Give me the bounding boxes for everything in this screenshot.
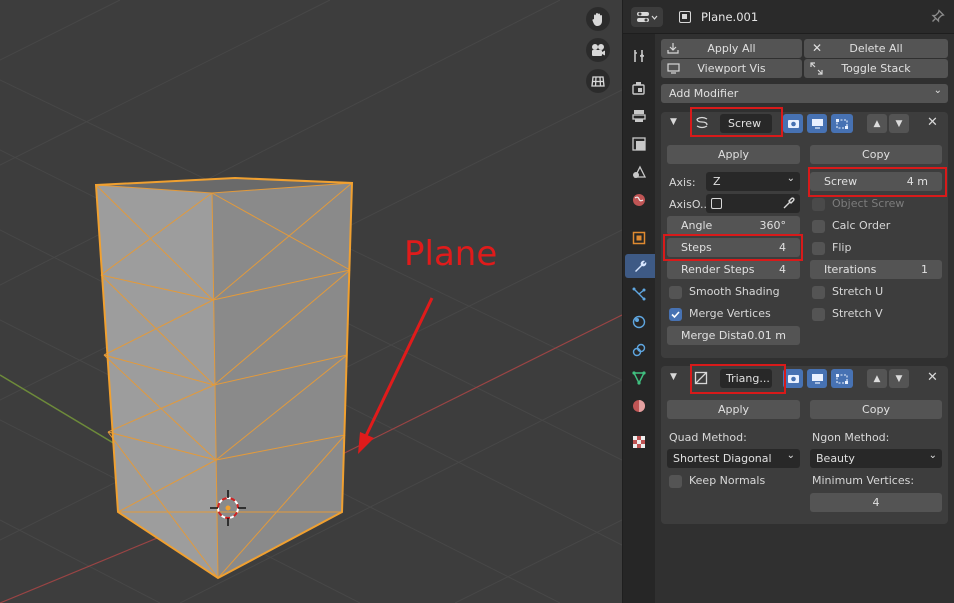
properties-tabs [623,34,655,603]
x-icon: ✕ [812,41,823,55]
calc-order-checkbox[interactable] [812,220,825,233]
download-icon [667,43,679,54]
ortho-grid-icon[interactable] [586,69,610,93]
flip-checkbox[interactable] [812,242,825,255]
remove-modifier-x-icon[interactable]: ✕ [927,370,938,385]
render-toggle-camera-icon[interactable] [783,114,803,133]
move-down-icon[interactable]: ▼ [889,369,909,388]
axis-object-field[interactable] [706,194,800,213]
min-vertices-field[interactable]: 4 [810,493,942,512]
axis-dropdown[interactable]: Z ⌄ [706,172,800,191]
editmode-toggle-icon[interactable] [831,369,853,388]
move-up-icon[interactable]: ▲ [867,114,887,133]
chevron-down-icon: ⌄ [786,450,795,461]
modifier-tab-wrench-icon[interactable] [625,254,655,278]
triangulate-apply-button[interactable]: Apply [667,400,800,419]
collapse-arrow-icon[interactable]: ▼ [670,372,677,382]
move-up-icon[interactable]: ▲ [867,369,887,388]
viewport-toggle-monitor-icon[interactable] [807,369,827,388]
editor-type-button[interactable] [631,7,663,27]
highlight-triangulate-name [690,364,786,394]
expand-icon [810,62,823,75]
properties-editor: Plane.001 Apply All ✕ Delete All Viewpor… [622,0,954,603]
axis-object-label: AxisO... [669,198,711,211]
pan-hand-icon[interactable] [586,7,610,31]
material-tab-icon[interactable] [627,394,651,418]
axis-label: Axis: [669,176,696,189]
render-toggle-camera-icon[interactable] [783,369,803,388]
physics-tab-icon[interactable] [627,310,651,334]
tool-tab-icon[interactable] [627,44,651,68]
highlight-screw-name [690,107,783,137]
view-layer-tab-icon[interactable] [627,132,651,156]
collapse-arrow-icon[interactable]: ▼ [670,117,677,127]
delete-all-button[interactable]: ✕ Delete All [804,39,948,58]
object-screw-checkbox[interactable] [812,198,825,211]
scene-tab-icon[interactable] [627,160,651,184]
add-modifier-dropdown[interactable]: Add Modifier ⌄ [661,84,948,103]
data-tab-icon[interactable] [627,366,651,390]
texture-tab-icon[interactable] [627,430,651,454]
object-icon [711,198,722,209]
chevron-down-icon: ⌄ [928,450,937,461]
smooth-shading-checkbox[interactable] [669,286,682,299]
viewport-scene [0,0,622,603]
annotation-label: Plane [404,234,498,274]
iterations-field[interactable]: Iterations 1 [810,260,942,279]
angle-field[interactable]: Angle 360° [667,216,800,235]
stretch-v-checkbox[interactable] [812,308,825,321]
triangulate-copy-button[interactable]: Copy [810,400,942,419]
viewport-toggle-monitor-icon[interactable] [807,114,827,133]
quad-method-label: Quad Method: [669,431,747,444]
eyedropper-icon[interactable] [782,197,795,210]
chevron-down-icon: ⌄ [786,173,795,184]
output-tab-icon[interactable] [627,104,651,128]
apply-all-button[interactable]: Apply All [661,39,802,58]
toggle-stack-button[interactable]: Toggle Stack [804,59,948,78]
move-down-icon[interactable]: ▼ [889,114,909,133]
remove-modifier-x-icon[interactable]: ✕ [927,115,938,130]
screw-apply-button[interactable]: Apply [667,145,800,164]
highlight-screw-offset [808,167,947,197]
viewport-vis-button[interactable]: Viewport Vis [661,59,802,78]
pin-icon[interactable] [931,9,945,26]
editmode-toggle-icon[interactable] [831,114,853,133]
ngon-method-dropdown[interactable]: Beauty ⌄ [810,449,942,468]
stretch-u-checkbox[interactable] [812,286,825,299]
ngon-method-label: Ngon Method: [812,431,890,444]
object-icon [679,11,691,23]
quad-method-dropdown[interactable]: Shortest Diagonal ⌄ [667,449,800,468]
keep-normals-checkbox[interactable] [669,475,682,488]
properties-header: Plane.001 [623,0,954,34]
monitor-icon [667,63,680,74]
world-tab-icon[interactable] [627,188,651,212]
min-vertices-label: Minimum Vertices: [812,474,915,487]
highlight-steps [663,234,803,261]
camera-view-icon[interactable] [586,38,610,62]
particles-tab-icon[interactable] [627,282,651,306]
constraints-tab-icon[interactable] [627,338,651,362]
object-name: Plane.001 [701,10,759,24]
merge-vertices-checkbox[interactable] [669,308,682,321]
render-steps-field[interactable]: Render Steps 4 [667,260,800,279]
merge-distance-field[interactable]: Merge Dista 0.01 m [667,326,800,345]
render-tab-icon[interactable] [627,76,651,100]
chevron-down-icon: ⌄ [933,85,942,96]
3d-viewport[interactable]: Plane [0,0,622,603]
screw-copy-button[interactable]: Copy [810,145,942,164]
object-tab-icon[interactable] [627,226,651,250]
